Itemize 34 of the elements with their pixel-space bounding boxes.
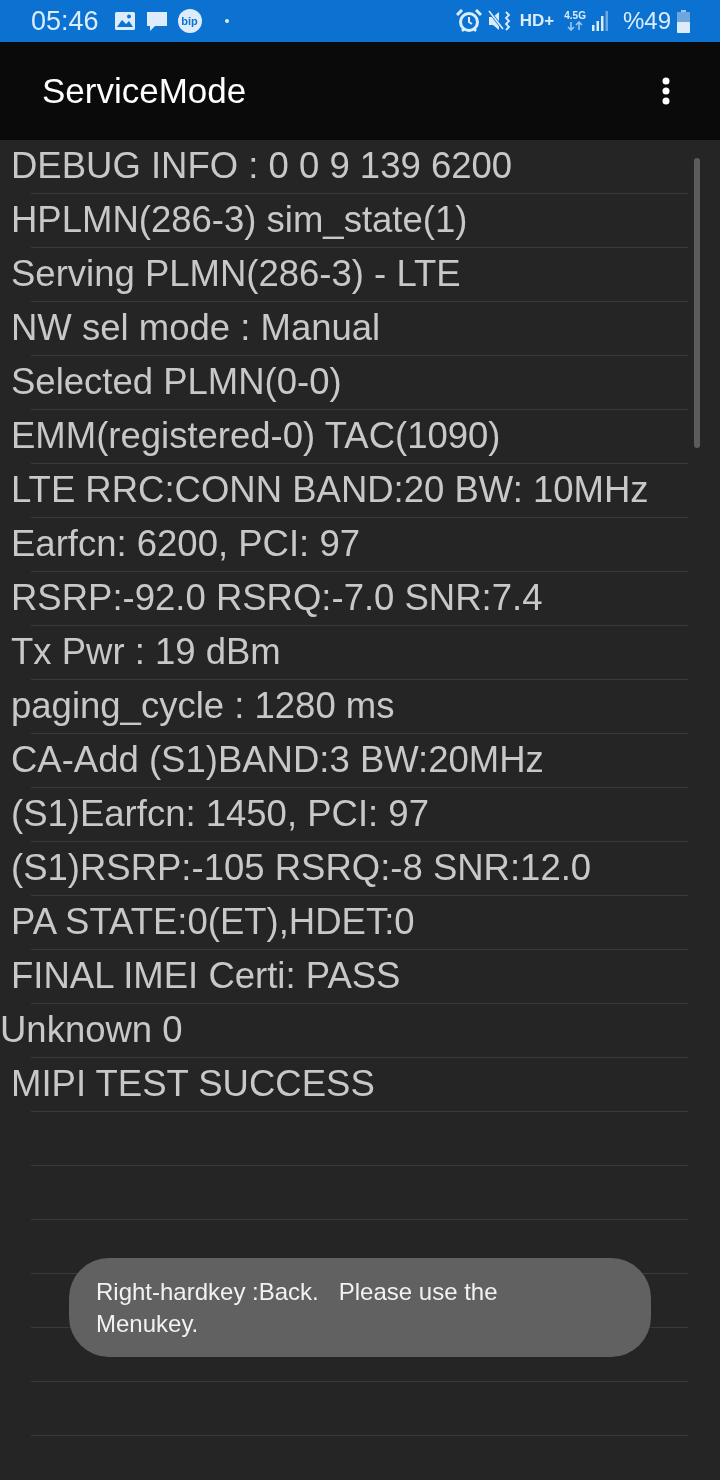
data-arrows-icon	[566, 21, 585, 31]
info-line: Serving PLMN(286-3) - LTE	[11, 253, 461, 295]
alarm-icon	[455, 9, 482, 33]
battery-icon	[677, 9, 690, 33]
info-line: (S1)RSRP:-105 RSRQ:-8 SNR:12.0	[11, 847, 592, 889]
info-line: Unknown 0	[0, 1009, 183, 1051]
signal-icon	[591, 11, 609, 31]
info-line: Earfcn: 6200, PCI: 97	[11, 523, 360, 565]
more-vertical-icon	[662, 77, 670, 105]
app-logo: bip	[177, 9, 202, 33]
info-line: MIPI TEST SUCCESS	[11, 1063, 375, 1105]
network-type: HD+	[519, 11, 555, 31]
dot-icon	[224, 19, 229, 23]
app-title: ServiceMode	[42, 71, 247, 111]
toast-message: Right-hardkey :Back. Please use the Menukey.	[69, 1258, 651, 1357]
battery-percent: %49	[622, 7, 671, 35]
message-icon	[144, 9, 169, 33]
image-icon	[113, 11, 136, 31]
info-line: RSRP:-92.0 RSRQ:-7.0 SNR:7.4	[11, 577, 543, 619]
info-line: EMM(registered-0) TAC(1090)	[11, 415, 501, 457]
info-line: Selected PLMN(0-0)	[11, 361, 342, 403]
data-type: 4.5G	[564, 11, 586, 21]
info-line: Tx Pwr : 19 dBm	[11, 631, 281, 673]
info-line: NW sel mode : Manual	[11, 307, 381, 349]
status-time: 05:46	[31, 5, 99, 37]
mute-vibrate-icon	[487, 9, 512, 33]
info-line: HPLMN(286-3) sim_state(1)	[11, 199, 468, 241]
info-line: FINAL IMEI Certi: PASS	[11, 955, 401, 997]
info-line: CA-Add (S1)BAND:3 BW:20MHz	[11, 739, 544, 781]
info-line: LTE RRC:CONN BAND:20 BW: 10MHz	[11, 469, 649, 511]
info-line: DEBUG INFO : 0 0 9 139 6200	[11, 145, 513, 187]
info-line: PA STATE:0(ET),HDET:0	[11, 901, 415, 943]
info-line: (S1)Earfcn: 1450, PCI: 97	[11, 793, 429, 835]
info-line: paging_cycle : 1280 ms	[11, 685, 395, 727]
